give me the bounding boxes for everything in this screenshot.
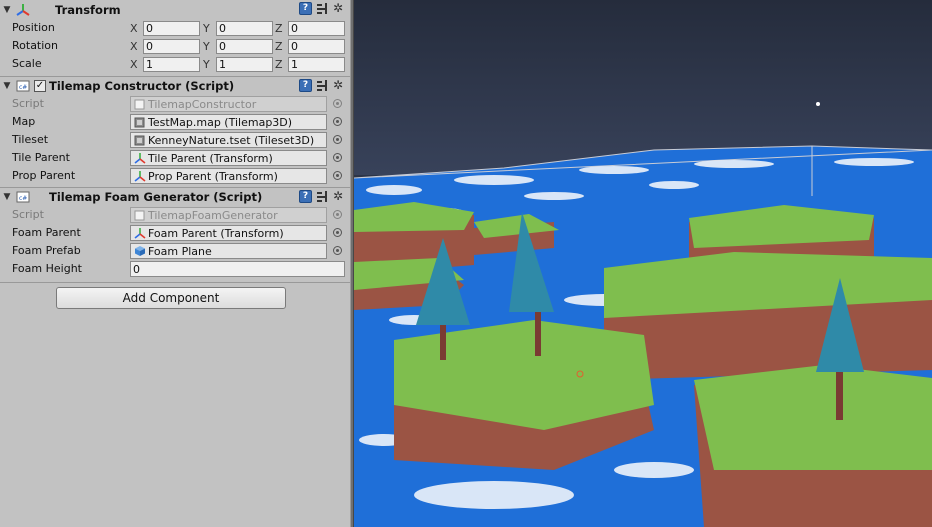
foam-height-label: Foam Height bbox=[12, 262, 82, 275]
y-axis-label: Y bbox=[203, 57, 210, 71]
tile-parent-row: Tile Parent Tile Parent (Transform) bbox=[0, 149, 350, 167]
script-row: Script TilemapFoamGenerator bbox=[0, 206, 350, 224]
scale-z-field[interactable]: 1 bbox=[288, 56, 345, 72]
prop-parent-field[interactable]: Prop Parent (Transform) bbox=[130, 168, 327, 184]
scene-view[interactable] bbox=[354, 0, 932, 527]
y-axis-label: Y bbox=[203, 39, 210, 53]
script-field: TilemapFoamGenerator bbox=[130, 207, 327, 223]
scale-label: Scale bbox=[12, 57, 42, 70]
foam-generator-title: Tilemap Foam Generator (Script) bbox=[49, 190, 263, 204]
foam-prefab-label: Foam Prefab bbox=[12, 244, 81, 257]
asset-icon bbox=[133, 134, 146, 147]
foam-prefab-row: Foam Prefab Foam Plane bbox=[0, 242, 350, 260]
x-axis-label: X bbox=[130, 21, 138, 35]
prop-parent-row: Prop Parent Prop Parent (Transform) bbox=[0, 167, 350, 185]
y-axis-label: Y bbox=[203, 21, 210, 35]
object-picker-icon[interactable] bbox=[333, 246, 342, 255]
object-picker-icon[interactable] bbox=[333, 117, 342, 126]
z-axis-label: Z bbox=[275, 21, 283, 35]
position-row: Position X0 Y0 Z0 bbox=[0, 19, 350, 37]
map-field[interactable]: TestMap.map (Tilemap3D) bbox=[130, 114, 327, 130]
x-axis-label: X bbox=[130, 57, 138, 71]
foldout-arrow-icon[interactable]: ▼ bbox=[1, 5, 13, 15]
foam-height-field[interactable]: 0 bbox=[130, 261, 345, 277]
tile-parent-label: Tile Parent bbox=[12, 151, 70, 164]
transform-icon bbox=[133, 152, 146, 165]
object-picker-icon bbox=[333, 210, 342, 219]
svg-text:c#: c# bbox=[19, 195, 27, 202]
rotation-row: Rotation X0 Y0 Z0 bbox=[0, 37, 350, 55]
tileset-field[interactable]: KenneyNature.tset (Tileset3D) bbox=[130, 132, 327, 148]
foldout-arrow-icon[interactable]: ▼ bbox=[1, 81, 13, 91]
map-label: Map bbox=[12, 115, 36, 128]
object-picker-icon[interactable] bbox=[333, 171, 342, 180]
gear-icon[interactable]: ✲ bbox=[333, 2, 346, 15]
rotation-y-field[interactable]: 0 bbox=[216, 38, 273, 54]
presets-icon[interactable] bbox=[316, 2, 329, 15]
transform-icon bbox=[133, 227, 146, 240]
script-label: Script bbox=[12, 208, 44, 221]
transform-header[interactable]: ▼ Transform ? ✲ bbox=[0, 0, 350, 19]
x-axis-label: X bbox=[130, 39, 138, 53]
gear-icon[interactable]: ✲ bbox=[333, 190, 346, 203]
scale-y-field[interactable]: 1 bbox=[216, 56, 273, 72]
help-icon[interactable]: ? bbox=[299, 79, 312, 92]
script-icon bbox=[133, 209, 146, 222]
asset-icon bbox=[133, 116, 146, 129]
scene-render bbox=[354, 0, 932, 527]
presets-icon[interactable] bbox=[316, 79, 329, 92]
inspector-panel: ▼ Transform ? ✲ Position X0 Y0 Z0 Rotati… bbox=[0, 0, 350, 527]
transform-title: Transform bbox=[55, 2, 121, 17]
prefab-icon bbox=[133, 245, 146, 258]
transform-icon bbox=[15, 3, 31, 17]
add-component-button[interactable]: Add Component bbox=[56, 287, 286, 309]
position-z-field[interactable]: 0 bbox=[288, 20, 345, 36]
z-axis-label: Z bbox=[275, 57, 283, 71]
svg-text:c#: c# bbox=[19, 84, 27, 91]
foam-parent-label: Foam Parent bbox=[12, 226, 81, 239]
tile-parent-field[interactable]: Tile Parent (Transform) bbox=[130, 150, 327, 166]
scale-row: Scale X1 Y1 Z1 bbox=[0, 55, 350, 73]
rotation-z-field[interactable]: 0 bbox=[288, 38, 345, 54]
position-y-field[interactable]: 0 bbox=[216, 20, 273, 36]
map-row: Map TestMap.map (Tilemap3D) bbox=[0, 113, 350, 131]
object-picker-icon[interactable] bbox=[333, 153, 342, 162]
light-gizmo-icon[interactable] bbox=[816, 102, 820, 106]
z-axis-label: Z bbox=[275, 39, 283, 53]
tilemap-constructor-header[interactable]: ▼ c# ✓ Tilemap Constructor (Script) ? ✲ bbox=[0, 76, 350, 95]
object-picker-icon bbox=[333, 99, 342, 108]
prop-parent-label: Prop Parent bbox=[12, 169, 76, 182]
object-picker-icon[interactable] bbox=[333, 228, 342, 237]
tileset-label: Tileset bbox=[12, 133, 49, 146]
script-label: Script bbox=[12, 97, 44, 110]
rotation-x-field[interactable]: 0 bbox=[143, 38, 200, 54]
script-field: TilemapConstructor bbox=[130, 96, 327, 112]
tilemap-constructor-title: Tilemap Constructor (Script) bbox=[49, 79, 235, 93]
foam-parent-row: Foam Parent Foam Parent (Transform) bbox=[0, 224, 350, 242]
foam-prefab-field[interactable]: Foam Plane bbox=[130, 243, 327, 259]
script-icon bbox=[133, 98, 146, 111]
foam-height-row: Foam Height 0 bbox=[0, 260, 350, 278]
object-picker-icon[interactable] bbox=[333, 135, 342, 144]
gear-icon[interactable]: ✲ bbox=[333, 79, 346, 92]
position-label: Position bbox=[12, 21, 55, 34]
foldout-arrow-icon[interactable]: ▼ bbox=[1, 192, 13, 202]
script-row: Script TilemapConstructor bbox=[0, 95, 350, 113]
foam-generator-header[interactable]: ▼ c# Tilemap Foam Generator (Script) ? ✲ bbox=[0, 187, 350, 206]
foam-parent-field[interactable]: Foam Parent (Transform) bbox=[130, 225, 327, 241]
help-icon[interactable]: ? bbox=[299, 190, 312, 203]
help-icon[interactable]: ? bbox=[299, 2, 312, 15]
component-enabled-checkbox[interactable]: ✓ bbox=[34, 80, 46, 92]
script-icon: c# bbox=[15, 190, 31, 204]
transform-icon bbox=[133, 170, 146, 183]
script-icon: c# bbox=[15, 79, 31, 93]
rotation-label: Rotation bbox=[12, 39, 59, 52]
position-x-field[interactable]: 0 bbox=[143, 20, 200, 36]
presets-icon[interactable] bbox=[316, 190, 329, 203]
scale-x-field[interactable]: 1 bbox=[143, 56, 200, 72]
tileset-row: Tileset KenneyNature.tset (Tileset3D) bbox=[0, 131, 350, 149]
divider bbox=[0, 282, 350, 283]
